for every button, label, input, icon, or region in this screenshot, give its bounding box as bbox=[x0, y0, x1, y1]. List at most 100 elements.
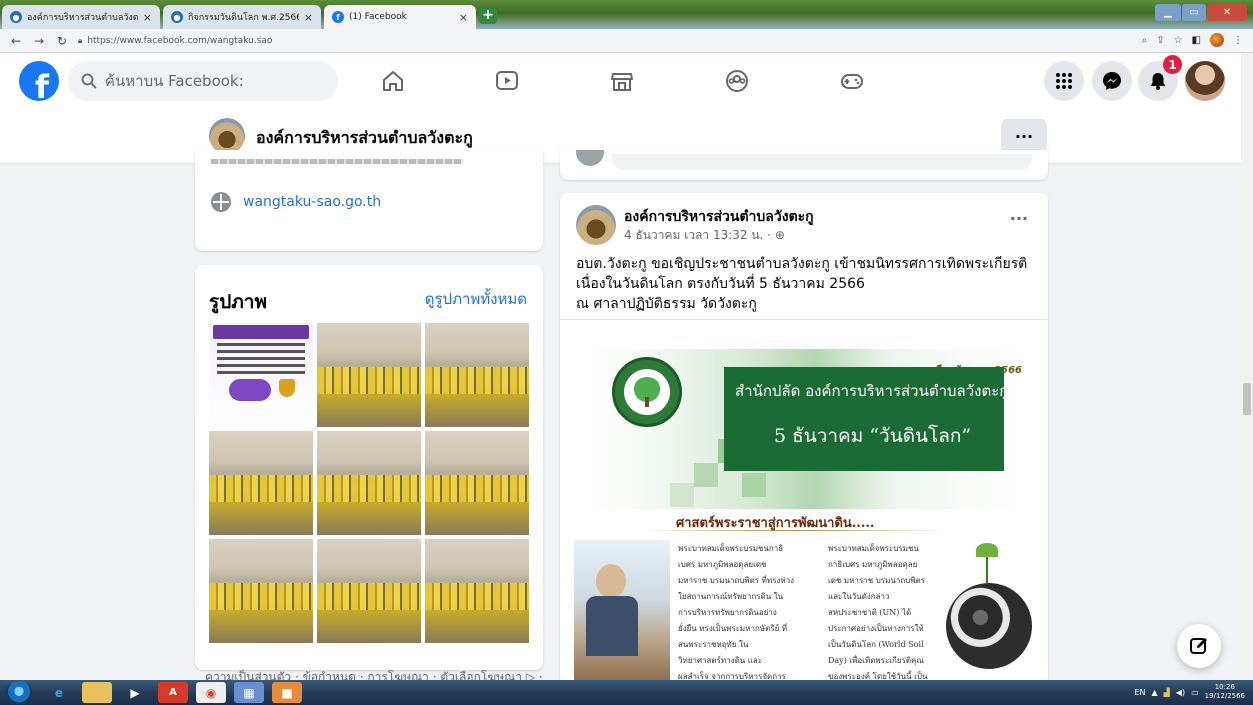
show-hidden-icons-icon[interactable]: ▲ bbox=[1151, 688, 1157, 697]
graphic-text-line: การบริหารทรัพยากรดินอย่าง bbox=[678, 608, 777, 617]
previous-post-footer bbox=[560, 150, 1048, 180]
truncated-email-line bbox=[211, 150, 511, 164]
start-button[interactable] bbox=[6, 681, 32, 704]
window-controls: ▁ ▭ ✕ bbox=[1155, 4, 1247, 21]
volume-icon[interactable]: ◀) bbox=[1176, 688, 1185, 697]
bell-icon bbox=[1150, 73, 1166, 90]
browser-tab-active[interactable]: f (1) Facebook × bbox=[324, 5, 476, 29]
groups-icon bbox=[726, 70, 748, 92]
notifications-button[interactable]: 1 bbox=[1138, 55, 1182, 101]
graphic-text-line: พระบาทสมเด็จพระบรมชนกาธิ bbox=[678, 544, 784, 553]
see-all-photos-link[interactable]: ดูรูปภาพทั้งหมด bbox=[425, 287, 527, 311]
account-avatar[interactable] bbox=[1185, 61, 1225, 101]
post-author-avatar[interactable] bbox=[576, 205, 616, 245]
new-tab-button[interactable]: + bbox=[479, 8, 497, 24]
divider bbox=[560, 319, 1048, 320]
sidepanel-icon[interactable]: ◧ bbox=[1192, 35, 1201, 46]
close-tab-icon[interactable]: × bbox=[304, 11, 313, 24]
image-viewer-icon[interactable]: ▦ bbox=[234, 682, 264, 703]
url-text: https://www.facebook.com/wangtaku.sao bbox=[87, 36, 273, 46]
graphic-text-line: สนพระราชหฤทัย ใน bbox=[678, 640, 749, 649]
compose-icon bbox=[1190, 638, 1207, 654]
graphic-column-right: พระบาทสมเด็จพระบรมชน กาธิเบศร มหาภูมิพลอ… bbox=[828, 541, 927, 685]
subhead-underline bbox=[644, 530, 944, 531]
graphic-text-line: พระบาทสมเด็จพระบรมชน bbox=[828, 544, 919, 553]
post-timestamp[interactable]: 4 ธันวาคม เวลา 13:32 น. · ⊕ bbox=[624, 226, 785, 245]
maximize-button[interactable]: ▭ bbox=[1182, 4, 1206, 21]
zoom-icon[interactable]: ⌕ bbox=[1142, 35, 1148, 46]
watch-tab[interactable] bbox=[491, 65, 523, 97]
photo-thumbnail[interactable] bbox=[209, 431, 313, 535]
photo-thumbnail[interactable] bbox=[209, 323, 313, 427]
action-center-icon[interactable]: ▭ bbox=[1191, 688, 1199, 697]
clock[interactable]: 10:26 19/12/2566 bbox=[1205, 683, 1245, 701]
pdf-reader-icon[interactable]: A bbox=[158, 682, 188, 703]
media-player-icon[interactable]: ▶ bbox=[120, 682, 150, 703]
marketplace-tab[interactable] bbox=[606, 65, 638, 97]
page-title[interactable]: องค์การบริหารส่วนตำบลวังตะกู bbox=[256, 126, 473, 151]
browser-profile-icon[interactable] bbox=[1210, 33, 1224, 47]
photo-thumbnail[interactable] bbox=[317, 431, 421, 535]
photo-thumbnail[interactable] bbox=[425, 431, 529, 535]
post-image[interactable]: เดือนธันวาคม 2566 สำนักปลัด องค์การบริหา… bbox=[574, 343, 1036, 705]
graphic-text-line: กาธิเบศร มหาภูมิพลอดุลย bbox=[828, 560, 918, 569]
post-author-name[interactable]: องค์การบริหารส่วนตำบลวังตะกู bbox=[624, 206, 814, 228]
scrollbar-thumb[interactable] bbox=[1243, 383, 1251, 415]
page-more-button[interactable]: ··· bbox=[1001, 119, 1047, 153]
messenger-button[interactable] bbox=[1092, 61, 1132, 101]
sprout-icon bbox=[976, 543, 998, 583]
tab-title: (1) Facebook bbox=[349, 12, 407, 22]
browser-menu-icon[interactable]: ⋮ bbox=[1233, 35, 1243, 46]
facebook-search-input[interactable]: ค้นหาบน Facebook: bbox=[68, 61, 338, 101]
post-text-line: ณ ศาลาปฏิบัติธรรม วัดวังตะกู bbox=[576, 296, 757, 312]
gaming-icon bbox=[841, 74, 863, 89]
photo-thumbnail[interactable] bbox=[425, 323, 529, 427]
feed-post: องค์การบริหารส่วนตำบลวังตะกู 4 ธันวาคม เ… bbox=[560, 193, 1048, 705]
globe-icon bbox=[211, 192, 231, 212]
home-tab[interactable] bbox=[377, 65, 409, 97]
notification-badge: 1 bbox=[1163, 55, 1182, 74]
browser-tab[interactable]: ● กิจกรรมวันดินโลก พ.ศ.2566 × bbox=[163, 5, 321, 29]
graphic-text-line: มหาราช บรมนาถบพิตร ที่ทรงห่วง bbox=[678, 576, 795, 585]
lock-icon: 🔒︎ bbox=[78, 36, 83, 45]
post-options-button[interactable]: ··· bbox=[1010, 209, 1028, 228]
photo-thumbnail[interactable] bbox=[425, 539, 529, 643]
photo-thumbnail[interactable] bbox=[317, 323, 421, 427]
chrome-icon[interactable]: ◉ bbox=[196, 682, 226, 703]
network-icon[interactable]: ▟ bbox=[1164, 688, 1170, 697]
ie-icon[interactable]: e bbox=[44, 682, 74, 703]
browser-tab[interactable]: ● องค์การบริหารส่วนตำบลวังตะกู | ถึงไม้.… bbox=[2, 5, 160, 29]
file-explorer-icon[interactable] bbox=[82, 682, 112, 703]
clock-date: 19/12/2566 bbox=[1204, 692, 1245, 700]
tree-icon bbox=[632, 377, 662, 407]
minimize-button[interactable]: ▁ bbox=[1155, 4, 1181, 21]
url-field[interactable]: 🔒︎ https://www.facebook.com/wangtaku.sao bbox=[78, 33, 1110, 49]
comment-input[interactable] bbox=[612, 154, 1032, 170]
groups-tab[interactable] bbox=[721, 65, 753, 97]
bookmark-star-icon[interactable]: ☆ bbox=[1174, 35, 1183, 46]
marketplace-icon bbox=[611, 73, 633, 91]
photo-thumbnail[interactable] bbox=[209, 539, 313, 643]
language-indicator[interactable]: EN bbox=[1134, 688, 1145, 697]
facebook-logo-icon[interactable]: f bbox=[19, 61, 59, 101]
forward-arrow-icon[interactable]: → bbox=[32, 34, 46, 48]
page-avatar[interactable] bbox=[209, 118, 245, 154]
back-arrow-icon[interactable]: ← bbox=[9, 34, 23, 48]
menu-button[interactable] bbox=[1044, 61, 1084, 101]
new-message-button[interactable] bbox=[1177, 624, 1221, 668]
earth-globe-icon bbox=[946, 583, 1032, 669]
close-window-button[interactable]: ✕ bbox=[1207, 4, 1247, 21]
post-time-text: 4 ธันวาคม เวลา 13:32 น. · bbox=[624, 228, 771, 242]
post-text-line: อบต.วังตะกู ขอเชิญประชาชนตำบลวังตะกู เข้… bbox=[576, 256, 1028, 272]
share-icon[interactable]: ⇪ bbox=[1156, 35, 1164, 46]
close-tab-icon[interactable]: × bbox=[459, 11, 468, 24]
page-scrollbar[interactable] bbox=[1241, 53, 1253, 680]
intro-card: wangtaku-sao.go.th bbox=[195, 150, 543, 251]
website-link[interactable]: wangtaku-sao.go.th bbox=[243, 194, 381, 210]
close-tab-icon[interactable]: × bbox=[143, 11, 152, 24]
website-link-row[interactable]: wangtaku-sao.go.th bbox=[211, 192, 381, 212]
photo-thumbnail[interactable] bbox=[317, 539, 421, 643]
reload-icon[interactable]: ↻ bbox=[55, 34, 69, 48]
gaming-tab[interactable] bbox=[836, 65, 868, 97]
paint-icon[interactable]: ■ bbox=[272, 682, 302, 703]
